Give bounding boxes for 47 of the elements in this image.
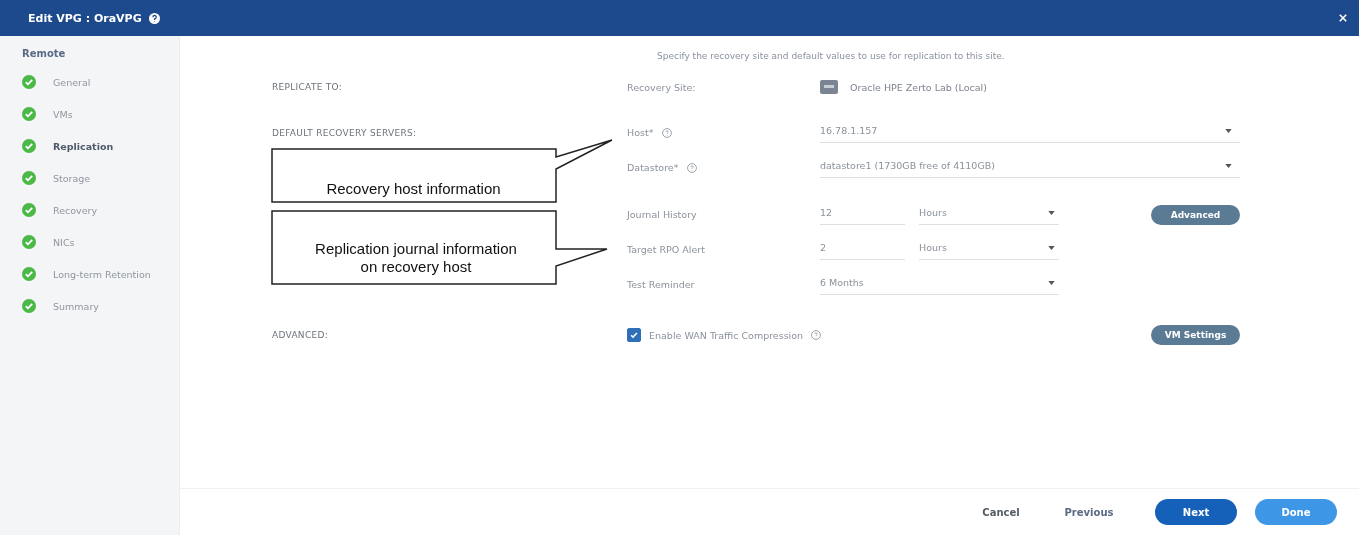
checkbox-label: Enable WAN Traffic Compression xyxy=(649,329,804,341)
field-label: Host* xyxy=(627,127,654,138)
step-link[interactable]: Storage xyxy=(53,172,91,184)
caret-icon xyxy=(1048,280,1055,285)
step-link[interactable]: Recovery xyxy=(53,204,98,216)
callout-text: Replication journal information on recovery host xyxy=(314,240,518,276)
dropdown-field[interactable]: 6 Months xyxy=(820,274,1059,295)
footer-link[interactable]: Previous xyxy=(1049,499,1129,525)
window-title: Edit VPG : OraVPG xyxy=(28,11,142,25)
section-heading: DEFAULT RECOVERY SERVERS: xyxy=(272,127,418,138)
checkbox[interactable] xyxy=(627,328,641,342)
description-text: Specify the recovery site and default values to use for replication to this site. xyxy=(656,50,1006,61)
step-link[interactable]: NICs xyxy=(53,236,75,248)
step-link[interactable]: Replication xyxy=(53,140,114,152)
unit-dropdown[interactable]: Hours xyxy=(919,204,1059,225)
dropdown-field[interactable]: 16.78.1.157 xyxy=(820,122,1240,143)
close-icon[interactable] xyxy=(1339,14,1347,22)
caret-icon xyxy=(1225,128,1232,133)
field-label: Target RPO Alert xyxy=(627,244,706,255)
footer-link[interactable]: Cancel xyxy=(971,499,1031,525)
checkmark-icon xyxy=(629,330,639,340)
section-heading: REPLICATE TO: xyxy=(272,82,344,92)
caret-icon xyxy=(1048,210,1055,215)
caret-icon xyxy=(1048,245,1055,250)
field-label: Journal History xyxy=(627,209,698,220)
footer-button[interactable]: Next xyxy=(1155,499,1237,525)
field-label: Recovery Site: xyxy=(627,81,697,93)
step-link[interactable]: VMs xyxy=(53,108,73,120)
step-link[interactable]: Long-term Retention xyxy=(53,268,151,280)
sidebar-heading: Remote xyxy=(22,48,67,59)
dropdown-field[interactable]: datastore1 (1730GB free of 4110GB) xyxy=(820,157,1240,178)
callout-text: Recovery host information xyxy=(325,180,502,198)
step-link[interactable]: Summary xyxy=(53,300,99,312)
advanced-button[interactable]: Advanced xyxy=(1151,204,1240,225)
field-label: Test Reminder xyxy=(627,279,696,290)
caret-icon xyxy=(1225,163,1232,168)
site-icon xyxy=(820,80,838,94)
vm-settings-button[interactable]: VM Settings xyxy=(1151,325,1240,345)
unit-dropdown[interactable]: Hours xyxy=(919,239,1059,260)
help-icon[interactable] xyxy=(148,12,160,24)
step-link[interactable]: General xyxy=(53,76,91,88)
site-value: Oracle HPE Zerto Lab (Local) xyxy=(850,81,987,93)
number-field[interactable]: 12 xyxy=(820,204,905,225)
footer-button[interactable]: Done xyxy=(1255,499,1337,525)
section-heading: ADVANCED: xyxy=(272,330,330,340)
number-field[interactable]: 2 xyxy=(820,239,905,260)
field-label: Datastore* xyxy=(627,162,679,173)
